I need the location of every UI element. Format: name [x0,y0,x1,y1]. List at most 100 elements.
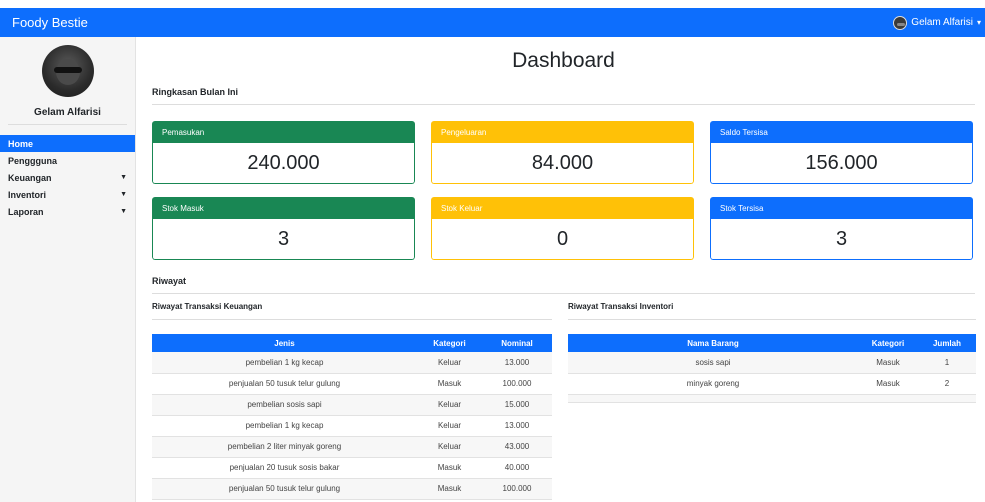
column-header: Jenis [152,334,417,352]
inventory-history: Riwayat Transaksi Inventori Nama Barang … [568,302,976,500]
sidebar-item-keuangan[interactable]: Keuangan ▼ [0,169,135,186]
sidebar-item-pengguna[interactable]: Penggguna [0,152,135,169]
card-saldo-tersisa: Saldo Tersisa 156.000 [710,121,973,184]
card-value: 3 [710,219,973,260]
dropdown-arrow-icon: ▼ [120,208,127,215]
table-cell: Masuk [858,352,918,374]
summary-cards: Pemasukan 240.000 Pengeluaran 84.000 Sal… [152,121,975,260]
user-menu-dropdown[interactable]: Gelam Alfarisi ▾ [893,15,981,30]
table-cell: penjualan 50 tusuk telur gulung [152,373,417,395]
avatar-glasses-shape [53,67,82,73]
column-header: Nominal [482,334,552,352]
table-cell [918,394,976,403]
history-tables: Riwayat Transaksi Keuangan Jenis Kategor… [152,302,976,500]
finance-history-title: Riwayat Transaksi Keuangan [152,302,552,320]
table-cell: 13.000 [482,352,552,374]
card-header: Pemasukan [152,121,415,143]
sidebar-item-label: Laporan [8,206,44,217]
card-value: 156.000 [710,143,973,184]
column-header: Kategori [858,334,918,352]
sidebar-item-label: Inventori [8,189,47,200]
table-cell: Masuk [417,457,482,479]
page-title: Dashboard [512,49,615,72]
main-content: Dashboard Ringkasan Bulan Ini Pemasukan … [136,37,985,502]
sidebar-item-label: Keuangan [8,172,52,183]
table-cell: 15.000 [482,394,552,416]
avatar [41,45,94,97]
brand-link[interactable]: Foody Bestie [12,15,88,30]
table-cell: 100.000 [482,478,552,500]
table-cell: 13.000 [482,415,552,437]
table-row: penjualan 50 tusuk telur gulung Masuk 10… [152,373,552,395]
table-header-row: Nama Barang Kategori Jumlah [568,334,976,352]
card-header: Stok Tersisa [710,197,973,219]
table-cell: pembelian 2 liter minyak goreng [152,436,417,458]
table-row: pembelian 2 liter minyak goreng Keluar 4… [152,436,552,458]
table-cell: 40.000 [482,457,552,479]
table-cell: Keluar [417,415,482,437]
table-cell: penjualan 50 tusuk telur gulung [152,478,417,500]
sidebar-menu: Home Penggguna Keuangan ▼ Inventori ▼ La… [0,135,135,220]
table-row: pembelian sosis sapi Keluar 15.000 [152,394,552,416]
column-header: Jumlah [918,334,976,352]
table-cell: 2 [918,373,976,395]
card-header: Stok Keluar [431,197,694,219]
table-cell: 1 [918,352,976,374]
dropdown-arrow-icon: ▼ [120,191,127,198]
user-name: Gelam Alfarisi [911,17,973,28]
inventory-history-title: Riwayat Transaksi Inventori [568,302,976,320]
card-header: Pengeluaran [431,121,694,143]
table-cell: pembelian sosis sapi [152,394,417,416]
table-cell: minyak goreng [568,373,858,395]
sidebar-item-inventori[interactable]: Inventori ▼ [0,186,135,203]
card-header: Saldo Tersisa [710,121,973,143]
table-cell: Keluar [417,436,482,458]
caret-down-icon: ▾ [976,18,981,27]
table-cell: penjualan 20 tusuk sosis bakar [152,457,417,479]
table-row: penjualan 20 tusuk sosis bakar Masuk 40.… [152,457,552,479]
table-cell: Masuk [858,373,918,395]
card-pemasukan: Pemasukan 240.000 [152,121,415,184]
column-header: Nama Barang [568,334,858,352]
card-value: 240.000 [152,143,415,184]
card-pengeluaran: Pengeluaran 84.000 [431,121,694,184]
table-cell: Masuk [417,478,482,500]
profile-name: Gelam Alfarisi [34,107,101,118]
table-row: minyak goreng Masuk 2 [568,373,976,395]
table-header-row: Jenis Kategori Nominal [152,334,552,352]
column-header: Kategori [417,334,482,352]
summary-section-label: Ringkasan Bulan Ini [152,87,975,105]
inventory-table: Nama Barang Kategori Jumlah sosis sapi M… [568,334,976,403]
table-cell: Masuk [417,373,482,395]
table-cell: Keluar [417,352,482,374]
history-section-label: Riwayat [152,276,975,294]
sidebar-item-label: Penggguna [8,155,57,166]
card-value: 84.000 [431,143,694,184]
table-row: pembelian 1 kg kecap Keluar 13.000 [152,352,552,374]
table-cell: pembelian 1 kg kecap [152,415,417,437]
sidebar: Gelam Alfarisi Home Penggguna Keuangan ▼… [0,37,136,502]
table-cell: pembelian 1 kg kecap [152,352,417,374]
dropdown-arrow-icon: ▼ [120,174,127,181]
top-navbar: Foody Bestie Gelam Alfarisi ▾ [0,8,985,37]
table-cell: 100.000 [482,373,552,395]
finance-history: Riwayat Transaksi Keuangan Jenis Kategor… [152,302,552,500]
sidebar-item-label: Home [8,138,34,149]
table-row: pembelian 1 kg kecap Keluar 13.000 [152,415,552,437]
card-stok-masuk: Stok Masuk 3 [152,197,415,260]
finance-table: Jenis Kategori Nominal pembelian 1 kg ke… [152,334,552,500]
table-row: sosis sapi Masuk 1 [568,352,976,374]
table-cell: sosis sapi [568,352,858,374]
card-stok-tersisa: Stok Tersisa 3 [710,197,973,260]
card-header: Stok Masuk [152,197,415,219]
sidebar-item-home[interactable]: Home [0,135,135,152]
card-value: 0 [431,219,694,260]
table-cell: 43.000 [482,436,552,458]
table-cell: Keluar [417,394,482,416]
card-stok-keluar: Stok Keluar 0 [431,197,694,260]
card-value: 3 [152,219,415,260]
table-cell [568,394,858,403]
table-cell [858,394,918,403]
table-row: penjualan 50 tusuk telur gulung Masuk 10… [152,478,552,500]
sidebar-item-laporan[interactable]: Laporan ▼ [0,203,135,220]
